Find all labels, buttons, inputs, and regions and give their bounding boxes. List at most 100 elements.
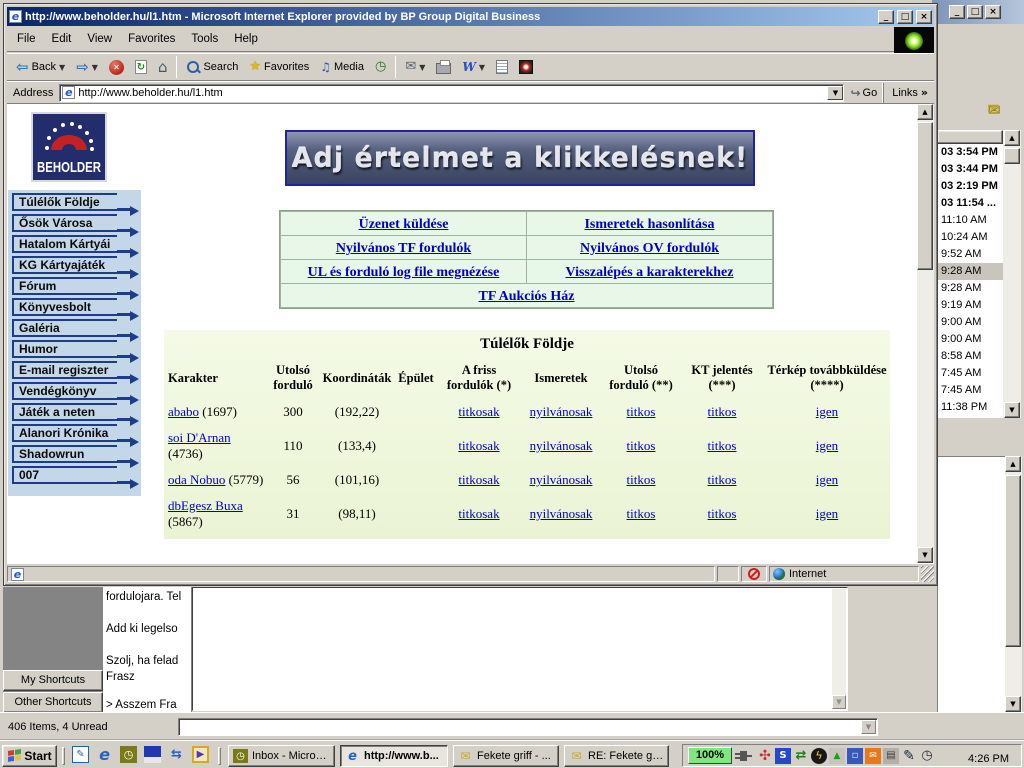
quicklink-nyilvanos-ov-fordulok[interactable]: Nyilvános OV fordulók [580,241,719,256]
restore-button[interactable]: □ [967,5,983,19]
cell-ismeretek-link[interactable]: nyilvánosak [530,506,593,521]
resize-grip[interactable] [921,566,934,582]
close-button[interactable]: × [985,5,1001,19]
message-row[interactable]: 9:52 AM [938,246,1003,263]
cell-utolso-fordulo-2-link[interactable]: titkos [627,404,656,419]
cell-ismeretek-link[interactable]: nyilvánosak [530,404,593,419]
scrollbar-thumb[interactable] [1005,475,1021,647]
menu-tools[interactable]: Tools [183,30,226,48]
edit-button[interactable]: W▼ [457,55,490,79]
cell-friss-fordulok-link[interactable]: titkosak [458,472,499,487]
page-scrollbar[interactable]: ▲ ▼ [917,104,934,563]
print-button[interactable] [431,55,456,79]
floppy-icon[interactable] [144,746,161,763]
address-input[interactable]: e http://www.beholder.hu/l1.htm ▼ [59,84,844,102]
quicklink-tf-aukcios-haz[interactable]: TF Aukciós Ház [479,289,575,304]
sidebar-item-humor[interactable]: Humor [12,340,117,358]
scrollbar-thumb[interactable] [1004,148,1020,164]
message-row[interactable]: 9:28 AM [938,263,1003,280]
message-list-column-header[interactable] [937,130,1003,144]
history-button[interactable]: ◷ [370,55,391,79]
message-row[interactable]: 8:58 AM [938,348,1003,365]
character-link[interactable]: dbEgesz Buxa [168,498,243,513]
message-row[interactable]: 9:00 AM [938,314,1003,331]
edit-dropdown-icon[interactable]: ▼ [479,63,485,72]
message-row[interactable]: 03 2:19 PM [938,178,1003,195]
tray-fan-icon[interactable]: ✣ [757,748,773,764]
tray-pen-icon[interactable]: ✎ [901,748,917,764]
cell-kt-jelentes-link[interactable]: titkos [708,438,737,453]
minimize-button[interactable]: _ [949,5,965,19]
reading-pane[interactable]: ▼ [192,587,848,711]
sidebar-item-forum[interactable]: Fórum [12,277,117,295]
message-list[interactable]: 03 3:54 PM03 3:44 PM03 2:19 PM03 11:54 .… [937,144,1003,418]
message-row[interactable]: 7:45 AM [938,382,1003,399]
cell-terkep-link[interactable]: igen [816,506,838,521]
cell-utolso-fordulo-2-link[interactable]: titkos [627,472,656,487]
taskbar-grip[interactable] [62,747,65,765]
minimize-button[interactable]: _ [878,10,894,24]
beholder-logo[interactable]: BEHOLDER [31,112,107,182]
character-link[interactable]: soi D'Arnan [168,430,231,445]
tray-program-icon[interactable]: S [775,748,791,764]
tray-update-icon[interactable]: ▲ [829,748,845,764]
message-row[interactable]: 03 3:54 PM [938,144,1003,161]
ie-icon[interactable]: e [96,746,113,763]
sidebar-item-osok-varosa[interactable]: Ősök Városa [12,214,117,232]
scroll-down-icon[interactable]: ▼ [917,547,933,563]
menu-view[interactable]: View [79,30,120,48]
sidebar-item-jatek-a-neten[interactable]: Játék a neten [12,403,117,421]
taskbar-task-inbox-micros[interactable]: ◷Inbox - Micros... [228,745,335,767]
reading-pane-scroll-track[interactable]: ▼ [832,589,846,709]
scroll-up-icon[interactable]: ▲ [1004,130,1020,146]
media-icon[interactable]: ▶ [192,746,209,763]
mail-dropdown-icon[interactable]: ▼ [419,63,425,72]
refresh-button[interactable]: ↻ [130,55,152,79]
shortcuts-button-other-shortcuts[interactable]: Other Shortcuts [3,692,103,713]
cell-kt-jelentes-link[interactable]: titkos [708,404,737,419]
address-value[interactable]: http://www.beholder.hu/l1.htm [78,87,824,99]
message-row[interactable]: 11:38 PM [938,399,1003,416]
quicklink-ul-es-fordulo-log-file-megnezese[interactable]: UL és forduló log file megnézése [308,265,500,280]
cell-kt-jelentes-link[interactable]: titkos [708,472,737,487]
address-dropdown-icon[interactable]: ▼ [827,86,843,100]
message-row[interactable]: 7:45 AM [938,365,1003,382]
message-row[interactable]: 9:00 AM [938,331,1003,348]
battery-meter[interactable]: 100% [688,747,732,764]
message-row[interactable]: 11:10 AM [938,212,1003,229]
sidebar-item-007[interactable]: 007 [12,466,117,484]
go-button[interactable]: ↪Go [844,85,883,101]
taskbar-grip[interactable] [218,747,221,765]
sidebar-item-hatalom-kartyai[interactable]: Hatalom Kártyái [12,235,117,253]
scroll-down-icon[interactable]: ▼ [1004,402,1020,418]
compose-icon[interactable]: ✎ [72,746,89,763]
sidebar-item-konyvesbolt[interactable]: Könyvesbolt [12,298,117,316]
quicklink-ismeretek-hasonlitasa[interactable]: Ismeretek hasonlítása [584,217,714,232]
message-preview-column[interactable]: fordulojara. TelAdd ki legelsoSzolj, ha … [103,587,192,713]
menu-favorites[interactable]: Favorites [120,30,183,48]
sidebar-item-tulelok-foldje[interactable]: Túlélők Földje [12,193,117,211]
menu-edit[interactable]: Edit [44,30,80,48]
privacy-pane[interactable] [741,566,767,582]
tray-search-icon[interactable]: ◷ [919,748,935,764]
message-row[interactable]: 9:28 AM [938,280,1003,297]
cell-utolso-fordulo-2-link[interactable]: titkos [627,438,656,453]
taskbar-task-http-www-b[interactable]: ehttp://www.b... [340,745,448,767]
messenger-button[interactable] [514,55,538,79]
links-bar[interactable]: Links» [883,83,932,103]
sidebar-item-kg-kartyajatek[interactable]: KG Kártyajáték [12,256,117,274]
discuss-button[interactable] [491,55,513,79]
message-row[interactable]: 9:19 AM [938,297,1003,314]
sidebar-item-galeria[interactable]: Galéria [12,319,117,337]
ac-plug-icon[interactable] [740,751,747,761]
scroll-down-icon[interactable]: ▼ [832,695,846,709]
taskbar-task-fekete-griff[interactable]: ✉Fekete griff - ... [453,745,559,767]
message-row[interactable]: 03 11:54 ... [938,195,1003,212]
character-link[interactable]: oda Nobuo [168,472,225,487]
pane-splitter[interactable] [937,418,1024,456]
menu-help[interactable]: Help [226,30,266,48]
cell-terkep-link[interactable]: igen [816,404,838,419]
forward-message-icon[interactable]: ✉ [987,100,1000,118]
forward-button[interactable]: ⇨▼ [71,55,103,79]
sidebar-item-e-mail-regiszter[interactable]: E-mail regiszter [12,361,117,379]
